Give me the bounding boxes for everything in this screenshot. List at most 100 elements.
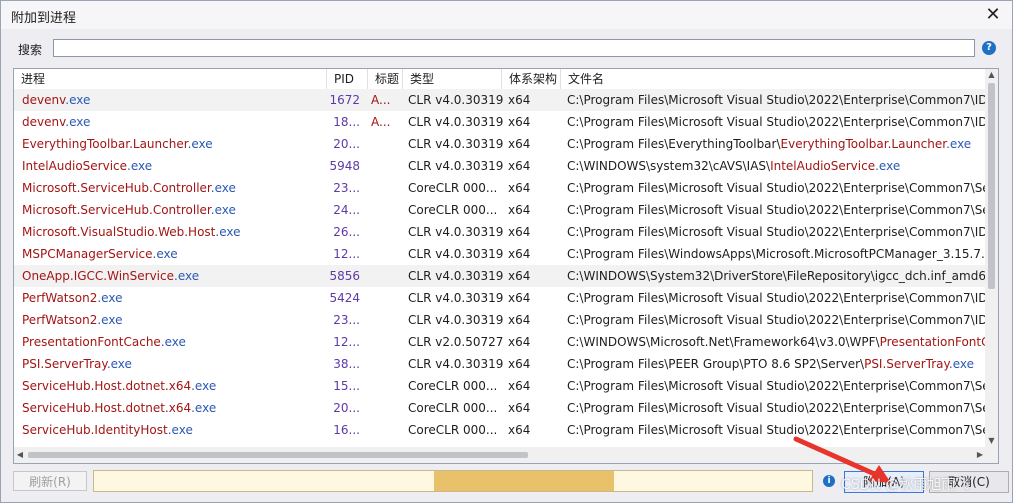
table-row[interactable]: PerfWatson2.exe 5424 CLR v4.0.30319 x64 C:\P… — [14, 287, 987, 309]
table-row[interactable]: OneApp.IGCC.WinService.exe 5856 CLR v4.0.3… — [14, 265, 987, 287]
title-cell — [371, 353, 393, 375]
file-path: C:\Program Files\Microsoft Visual Studio… — [567, 313, 987, 327]
search-input[interactable] — [53, 39, 975, 57]
help-icon[interactable]: ? — [982, 41, 996, 55]
table-row[interactable]: MSPCManagerService.exe 12... CLR v4.0.3031… — [14, 243, 987, 265]
process-name: IntelAudioService — [22, 159, 128, 173]
file-path: C:\Program Files\Microsoft Visual Studio… — [567, 203, 987, 217]
title-cell — [371, 177, 393, 199]
cancel-button[interactable]: 取消(C) — [929, 471, 1009, 493]
table-row[interactable]: PSI.ServerTray.exe 38... CLR v4.0.30319 x64… — [14, 353, 986, 375]
process-extension: .exe — [106, 357, 132, 371]
status-bar — [93, 470, 813, 492]
filename-cell: C:\WINDOWS\System32\DriverStore\FileRepo… — [567, 265, 987, 287]
architecture-cell: x64 — [508, 379, 531, 393]
table-row[interactable]: EverythingToolbar.Launcher.exe 20... CLR v… — [14, 133, 986, 155]
architecture-cell: x64 — [508, 335, 531, 349]
filename-cell: C:\Program Files\Microsoft Visual Studio… — [567, 89, 987, 111]
column-header-title[interactable]: 标题 — [367, 69, 402, 89]
filename-cell: C:\Program Files\PEER Group\PTO 8.6 SP2\… — [567, 353, 987, 375]
type-cell: CLR v4.0.30319 — [408, 357, 504, 371]
table-row[interactable]: ServiceHub.Host.dotnet.x64.exe 20... CoreC… — [14, 397, 987, 419]
table-row[interactable]: PresentationFontCache.exe 12... CLR v2.0.5… — [14, 331, 987, 353]
info-icon[interactable]: i — [823, 475, 835, 487]
type-cell: CLR v4.0.30319 — [408, 313, 504, 327]
architecture-cell: x64 — [508, 225, 531, 239]
file-path: C:\Program Files\EverythingToolbar\ — [567, 137, 781, 151]
pid-cell: 38... — [333, 357, 360, 371]
vertical-scroll-thumb[interactable] — [988, 83, 995, 289]
column-header-filename[interactable]: 文件名 — [560, 69, 986, 89]
filename-cell: C:\Program Files\Microsoft Visual Studio… — [567, 199, 987, 221]
type-cell: CLR v4.0.30319 — [408, 225, 504, 239]
table-row[interactable]: Microsoft.ServiceHub.Controller.exe 23...… — [14, 177, 987, 199]
table-row[interactable]: Microsoft.VisualStudio.Web.Host.exe 26...… — [14, 221, 987, 243]
vertical-scrollbar[interactable]: ▲ ▼ — [985, 69, 998, 447]
file-name-highlight: PSI.ServerTray — [864, 357, 949, 371]
process-name: PSI.ServerTray — [22, 357, 107, 371]
table-row[interactable]: ServiceHub.Host.dotnet.x64.exe 15... CoreC… — [14, 375, 987, 397]
architecture-cell: x64 — [508, 247, 531, 261]
process-extension: .exe — [187, 137, 213, 151]
process-name-cell: ServiceHub.IdentityHost.exe — [22, 419, 327, 441]
type-cell: CoreCLR 000... — [408, 401, 498, 415]
title-cell — [371, 243, 393, 265]
process-extension: .exe — [97, 313, 123, 327]
process-name-cell: OneApp.IGCC.WinService.exe — [22, 265, 327, 287]
close-icon[interactable]: ✕ — [982, 4, 1004, 26]
architecture-cell: x64 — [508, 203, 531, 217]
type-cell: CLR v4.0.30319 — [408, 115, 504, 129]
type-cell: CLR v4.0.30319 — [408, 93, 504, 107]
column-header-architecture[interactable]: 体系架构 — [501, 69, 560, 89]
filename-cell: C:\Program Files\Microsoft Visual Studio… — [567, 177, 987, 199]
process-extension: .exe — [191, 379, 217, 393]
file-extension: .exe — [948, 357, 974, 371]
table-row[interactable]: devenv.exe 1672 A... CLR v4.0.30319 x64 C:\Pr… — [14, 89, 987, 111]
status-progress-fill — [434, 471, 614, 491]
horizontal-scroll-thumb[interactable] — [28, 452, 528, 458]
title-cell — [371, 375, 393, 397]
architecture-cell: x64 — [508, 423, 531, 437]
column-header-pid[interactable]: PID — [326, 69, 367, 89]
filename-cell: C:\Program Files\EverythingToolbar\Every… — [567, 133, 987, 155]
table-row[interactable]: PerfWatson2.exe 23... CLR v4.0.30319 x64 C:\… — [14, 309, 987, 331]
process-extension: .exe — [191, 401, 217, 415]
process-name-cell: Microsoft.VisualStudio.Web.Host.exe — [22, 221, 327, 243]
process-name: Microsoft.ServiceHub.Controller — [22, 203, 211, 217]
pid-cell: 23... — [333, 181, 360, 195]
column-header-type[interactable]: 类型 — [402, 69, 501, 89]
scroll-down-icon[interactable]: ▼ — [985, 435, 998, 447]
horizontal-scrollbar[interactable]: ◀ ▶ — [14, 447, 986, 463]
title-cell — [371, 397, 393, 419]
architecture-cell: x64 — [508, 313, 531, 327]
column-header-process[interactable]: 进程 — [14, 69, 326, 89]
process-name-cell: PerfWatson2.exe — [22, 287, 327, 309]
process-list[interactable]: 进程 PID 标题 类型 体系架构 文件名 devenv.exe 1672 A...… — [13, 68, 999, 464]
filename-cell: C:\Program Files\Microsoft Visual Studio… — [567, 375, 987, 397]
table-row[interactable]: ServiceHub.IdentityHost.exe 16... CoreCLR … — [14, 419, 987, 441]
process-name-cell: PresentationFontCache.exe — [22, 331, 327, 353]
process-name: PerfWatson2 — [22, 313, 98, 327]
process-name-cell: IntelAudioService.exe — [22, 155, 327, 177]
file-extension: .exe — [946, 137, 972, 151]
process-name: ServiceHub.Host.dotnet.x64 — [22, 379, 192, 393]
table-row[interactable]: devenv.exe 18... A... CLR v4.0.30319 x64 C:\P… — [14, 111, 987, 133]
filename-cell: C:\Program Files\Microsoft Visual Studio… — [567, 221, 987, 243]
table-row[interactable]: IntelAudioService.exe 5948 CLR v4.0.30319 x… — [14, 155, 986, 177]
architecture-cell: x64 — [508, 115, 531, 129]
pid-cell: 5948 — [329, 159, 360, 173]
process-name-cell: EverythingToolbar.Launcher.exe — [22, 133, 327, 155]
process-name: PresentationFontCache — [22, 335, 161, 349]
type-cell: CLR v2.0.50727 — [408, 335, 504, 349]
filename-cell: C:\Program Files\Microsoft Visual Studio… — [567, 287, 987, 309]
search-label: 搜索 — [18, 43, 43, 57]
table-row[interactable]: Microsoft.ServiceHub.Controller.exe 24...… — [14, 199, 987, 221]
scroll-left-icon[interactable]: ◀ — [14, 447, 26, 463]
title-cell — [371, 155, 393, 177]
filename-cell: C:\Program Files\WindowsApps\Microsoft.M… — [567, 243, 987, 265]
refresh-button[interactable]: 刷新(R) — [13, 471, 87, 491]
attach-button[interactable]: 附加(A) — [844, 471, 924, 493]
pid-cell: 12... — [333, 247, 360, 261]
scroll-up-icon[interactable]: ▲ — [985, 69, 998, 81]
pid-cell: 24... — [333, 203, 360, 217]
